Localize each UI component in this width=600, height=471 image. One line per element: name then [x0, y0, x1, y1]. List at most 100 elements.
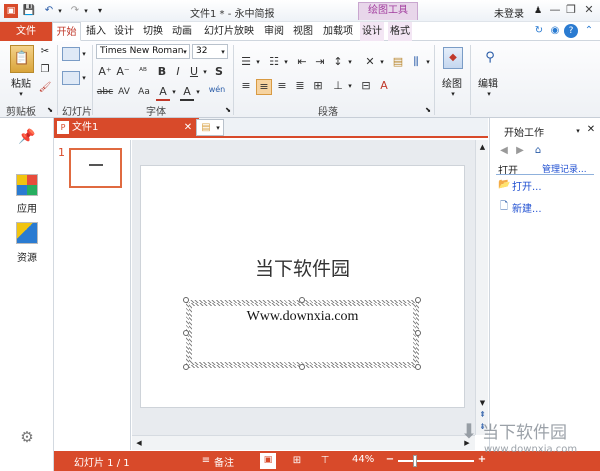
- bullets-icon[interactable]: ☰: [238, 55, 254, 69]
- zoom-out-icon[interactable]: −: [384, 453, 396, 467]
- resize-handle[interactable]: [415, 297, 421, 303]
- customize-qat-icon[interactable]: ▾: [95, 4, 105, 18]
- italic-icon[interactable]: I: [171, 65, 185, 79]
- editing-dropdown-icon[interactable]: ▾: [484, 87, 494, 101]
- tab-review[interactable]: 审阅: [262, 22, 286, 41]
- layout-dropdown-icon[interactable]: ▾: [80, 71, 88, 85]
- help-icon[interactable]: ?: [564, 24, 578, 38]
- clipboard-launcher-icon[interactable]: ⬊: [46, 103, 54, 117]
- highlight-icon[interactable]: A: [180, 85, 194, 101]
- copy-icon[interactable]: ❐: [38, 63, 52, 77]
- notes-button[interactable]: 备注: [214, 454, 234, 469]
- forward-icon[interactable]: ▶: [514, 144, 526, 158]
- selected-text-box[interactable]: Www.downxia.com: [186, 300, 419, 368]
- new-document-button[interactable]: ▤ ▾: [196, 119, 224, 136]
- new-slide-icon[interactable]: [62, 47, 80, 61]
- zoom-slider-thumb[interactable]: [412, 455, 417, 467]
- resources-label[interactable]: 资源: [8, 249, 46, 264]
- bold-icon[interactable]: B: [155, 65, 169, 79]
- phonetic-icon[interactable]: wén: [208, 83, 226, 97]
- redo-dropdown-icon[interactable]: ▾: [82, 4, 90, 18]
- slide[interactable]: [140, 165, 465, 408]
- user-status[interactable]: 未登录: [494, 5, 524, 20]
- resize-handle[interactable]: [183, 364, 189, 370]
- vertical-scrollbar[interactable]: ▲ ▼ ⇞ ⇟: [475, 140, 488, 435]
- resources-icon[interactable]: [16, 222, 38, 244]
- scroll-up-icon[interactable]: ▲: [477, 140, 488, 154]
- layout-icon[interactable]: [62, 71, 80, 85]
- tab-addins[interactable]: 加载项: [320, 22, 356, 41]
- text-direction-dropdown-icon[interactable]: ▾: [378, 55, 386, 69]
- columns-icon[interactable]: ▤: [390, 55, 406, 69]
- redo-icon[interactable]: ↷: [68, 4, 82, 18]
- underline-icon[interactable]: U: [187, 65, 201, 79]
- tab-view[interactable]: 视图: [291, 22, 315, 41]
- text-box-body[interactable]: Www.downxia.com: [192, 306, 413, 362]
- pin-icon[interactable]: 📌: [18, 130, 36, 144]
- line-spacing-dropdown-icon[interactable]: ▾: [346, 55, 354, 69]
- horizontal-scrollbar[interactable]: ◀ ▶: [132, 435, 475, 450]
- task-pane-menu-icon[interactable]: ▾: [574, 124, 582, 138]
- undo-dropdown-icon[interactable]: ▾: [56, 4, 64, 18]
- decrease-indent-icon[interactable]: ⇤: [294, 55, 310, 69]
- justify-icon[interactable]: ≣: [292, 79, 308, 93]
- text-direction-icon[interactable]: ✕: [362, 55, 378, 69]
- strikethrough-icon[interactable]: abc: [96, 85, 114, 99]
- paragraph-launcher-icon[interactable]: ⬊: [424, 103, 432, 117]
- tab-slideshow[interactable]: 幻灯片放映: [200, 22, 258, 41]
- apps-label[interactable]: 应用: [8, 200, 46, 215]
- char-spacing-icon[interactable]: AV: [116, 85, 132, 99]
- resize-handle[interactable]: [299, 297, 305, 303]
- normal-view-icon[interactable]: ▣: [260, 453, 276, 469]
- web-icon[interactable]: ◉: [548, 24, 562, 38]
- slide-thumbnail[interactable]: [69, 148, 122, 188]
- font-color-dropdown-icon[interactable]: ▾: [170, 85, 178, 99]
- slide-sorter-icon[interactable]: ⊞: [290, 454, 304, 468]
- convert-smartart-icon[interactable]: ⊟: [358, 79, 374, 93]
- slideshow-icon[interactable]: ⊤: [318, 454, 332, 468]
- font-launcher-icon[interactable]: ⬊: [224, 103, 232, 117]
- tab-home[interactable]: 开始: [52, 22, 81, 41]
- restore-button[interactable]: ❐: [564, 3, 578, 17]
- undo-icon[interactable]: ↶: [42, 4, 56, 18]
- close-button[interactable]: ✕: [582, 3, 596, 17]
- tab-file[interactable]: 文件: [0, 22, 52, 41]
- tab-insert[interactable]: 插入: [84, 22, 108, 41]
- font-color-icon[interactable]: A: [156, 85, 170, 101]
- resize-handle[interactable]: [183, 297, 189, 303]
- resize-handle[interactable]: [415, 364, 421, 370]
- notes-icon[interactable]: ≡: [200, 454, 212, 468]
- increase-indent-icon[interactable]: ⇥: [312, 55, 328, 69]
- smartart-icon[interactable]: ⫼: [408, 55, 424, 69]
- resize-handle[interactable]: [299, 364, 305, 370]
- open-file-link[interactable]: 打开...: [512, 178, 542, 193]
- tab-drawing-design[interactable]: 设计: [360, 22, 384, 41]
- close-tab-icon[interactable]: ✕: [182, 121, 194, 135]
- collapse-ribbon-icon[interactable]: ⌃: [582, 24, 596, 38]
- task-pane-close-icon[interactable]: ✕: [586, 123, 596, 137]
- drawing-icon[interactable]: ◆: [443, 47, 463, 69]
- font-size-dropdown-icon[interactable]: ▾: [219, 45, 227, 59]
- tab-design[interactable]: 设计: [112, 22, 136, 41]
- refresh-icon[interactable]: ↻: [532, 24, 546, 38]
- slide-body-text[interactable]: Www.downxia.com: [192, 309, 413, 325]
- drawing-dropdown-icon[interactable]: ▾: [448, 87, 458, 101]
- shrink-font-icon[interactable]: A⁻: [115, 65, 131, 79]
- font-name-dropdown-icon[interactable]: ▾: [181, 45, 189, 59]
- tab-transitions[interactable]: 切换: [141, 22, 165, 41]
- cut-icon[interactable]: ✂: [38, 45, 52, 59]
- tab-drawing-format[interactable]: 格式: [388, 22, 412, 41]
- underline-dropdown-icon[interactable]: ▾: [201, 65, 209, 79]
- scroll-left-icon[interactable]: ◀: [134, 436, 144, 450]
- zoom-level[interactable]: 44%: [352, 454, 374, 465]
- slide-title[interactable]: 当下软件园: [140, 254, 465, 281]
- back-icon[interactable]: ◀: [498, 144, 510, 158]
- apps-icon[interactable]: [16, 174, 38, 196]
- numbering-dropdown-icon[interactable]: ▾: [282, 55, 290, 69]
- user-icon[interactable]: ♟: [533, 4, 543, 18]
- document-tab[interactable]: P 文件1 ✕: [54, 118, 199, 138]
- binoculars-icon[interactable]: ⚲: [480, 47, 500, 69]
- clear-format-icon[interactable]: ᴬᴮ: [135, 65, 151, 79]
- paste-icon[interactable]: 📋: [10, 45, 34, 73]
- align-center-icon[interactable]: ≡: [256, 79, 272, 95]
